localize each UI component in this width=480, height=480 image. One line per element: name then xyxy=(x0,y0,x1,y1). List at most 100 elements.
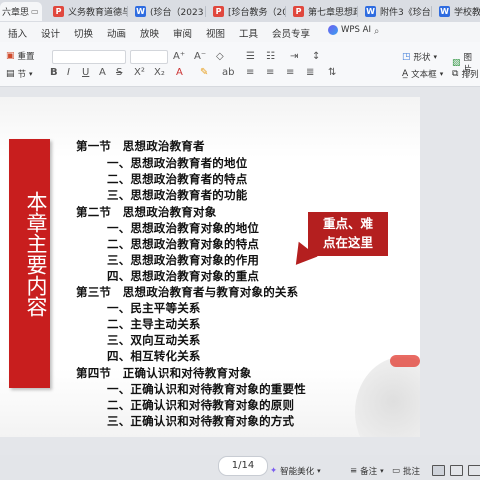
outline-item: 三、思想政治教育对象的作用 xyxy=(107,253,260,267)
tab-document[interactable]: W 附件3《珍台师 xyxy=(360,2,432,21)
picture-icon: ▨ xyxy=(452,58,461,68)
wps-ai-label: WPS AI xyxy=(341,25,371,35)
outline-section: 第三节 思想政治教育者与教育对象的关系 xyxy=(76,285,299,299)
arrange-label: 排列 xyxy=(461,70,479,80)
outline-item: 二、正确认识和对待教育对象的原则 xyxy=(107,398,295,412)
line-spacing-icon[interactable]: ↕ xyxy=(312,51,320,62)
reset-button[interactable]: ▣ 重置 xyxy=(6,50,35,62)
comments-label: 批注 xyxy=(403,467,421,477)
numbering-icon[interactable]: ☷ xyxy=(266,51,275,62)
menu-slideshow[interactable]: 放映 xyxy=(140,26,159,40)
outline-item: 一、思想政治教育者的地位 xyxy=(107,156,248,170)
tab-label: 附件3《珍台师 xyxy=(380,8,432,18)
search-icon[interactable]: ⌕ xyxy=(374,26,379,37)
section-icon: ▤ xyxy=(6,69,15,79)
shape-button[interactable]: ◳ 形状 ▾ xyxy=(402,51,437,63)
wps-ai-button[interactable]: WPS AI xyxy=(328,25,371,35)
slide-canvas[interactable]: 本章主要内容 第一节 思想政治教育者 一、思想政治教育者的地位 二、思想政治教育… xyxy=(0,87,480,455)
increase-font-icon[interactable]: A⁺ xyxy=(173,51,185,62)
outline-item: 三、正确认识和对待教育对象的方式 xyxy=(107,414,295,428)
tab-document-active[interactable]: 六章思 ▭ xyxy=(0,2,42,21)
menu-insert[interactable]: 插入 xyxy=(8,26,27,40)
pdf-icon: P xyxy=(213,6,224,17)
beautify-icon: ✦ xyxy=(270,466,278,476)
indent-icon[interactable]: ⇥ xyxy=(290,51,298,62)
normal-view-icon[interactable] xyxy=(432,465,445,476)
decorative-shape xyxy=(390,355,420,367)
outline-item: 一、正确认识和对待教育对象的重要性 xyxy=(107,382,306,396)
outline-item: 四、思想政治教育对象的重点 xyxy=(107,269,260,283)
subscript-icon[interactable]: X₂ xyxy=(154,67,165,78)
outline-item: 一、思想政治教育对象的地位 xyxy=(107,221,260,235)
tab-document[interactable]: P 第七章思想政治 xyxy=(288,2,358,21)
notes-label: 备注 xyxy=(360,467,378,477)
tab-document[interactable]: P [珍台教务（2023 xyxy=(208,2,286,21)
align-center-icon[interactable]: ≡ xyxy=(266,67,274,78)
clear-format-icon[interactable]: ◇ xyxy=(216,51,224,62)
pdf-icon: P xyxy=(293,6,304,17)
text-direction-icon[interactable]: ⇅ xyxy=(328,67,336,78)
pin-icon[interactable]: ▭ xyxy=(31,7,39,16)
ai-icon xyxy=(328,25,338,35)
side-title-bar[interactable]: 本章主要内容 xyxy=(9,139,50,388)
menu-bar: 插入 设计 切换 动画 放映 审阅 视图 工具 会员专享 WPS AI ⌕ xyxy=(0,22,480,42)
outline-item: 二、思想政治教育对象的特点 xyxy=(107,237,260,251)
tab-label: 学校教学 xyxy=(454,8,480,18)
underline-icon[interactable]: U xyxy=(82,67,89,78)
shape-icon: ◳ xyxy=(402,52,411,62)
menu-member[interactable]: 会员专享 xyxy=(272,26,310,40)
font-name-dropdown[interactable] xyxy=(52,50,126,64)
strikethrough-icon[interactable]: S xyxy=(116,67,122,78)
tab-document[interactable]: P 义务教育道德与 xyxy=(48,2,128,21)
outline-item: 三、双向互动关系 xyxy=(107,333,201,347)
tab-label: (珍台（2023 xyxy=(150,8,204,18)
chevron-down-icon: ▾ xyxy=(317,467,321,475)
notes-icon: ≡ xyxy=(350,466,358,476)
justify-icon[interactable]: ≣ xyxy=(306,67,314,78)
menu-transition[interactable]: 切换 xyxy=(74,26,93,40)
page-indicator[interactable]: 1/14 xyxy=(218,456,268,476)
outline-item: 四、相互转化关系 xyxy=(107,349,201,363)
pdf-icon: P xyxy=(53,6,64,17)
chevron-down-icon: ▾ xyxy=(380,467,384,475)
highlight-icon[interactable]: ✎ xyxy=(200,67,208,78)
comment-icon: ▭ xyxy=(392,466,401,476)
char-spacing-icon[interactable]: ab xyxy=(222,67,234,78)
shape-label: 形状 xyxy=(413,53,431,63)
menu-review[interactable]: 审阅 xyxy=(173,26,192,40)
tab-label: 义务教育道德与 xyxy=(68,8,128,18)
menu-tools[interactable]: 工具 xyxy=(239,26,258,40)
menu-view[interactable]: 视图 xyxy=(206,26,225,40)
decrease-font-icon[interactable]: A⁻ xyxy=(194,51,206,62)
beautify-label: 智能美化 xyxy=(280,467,315,477)
reset-icon: ▣ xyxy=(6,51,15,61)
tab-document[interactable]: W (珍台（2023 xyxy=(130,2,206,21)
smart-beautify-button[interactable]: ✦ 智能美化 ▾ xyxy=(270,465,321,477)
italic-icon[interactable]: I xyxy=(67,67,70,78)
arrange-button[interactable]: ⧉ 排列 xyxy=(452,68,478,80)
text-effect-icon[interactable]: A xyxy=(99,67,106,78)
outline-section: 第一节 思想政治教育者 xyxy=(76,139,205,153)
bold-icon[interactable]: B xyxy=(50,67,58,78)
tab-document[interactable]: W 学校教学 xyxy=(434,2,480,21)
word-icon: W xyxy=(439,6,450,17)
toolbar: ▣ 重置 ▤ 节 ▾ A⁺ A⁻ ◇ B I U A S X² X₂ A ✎ a… xyxy=(0,42,480,87)
reading-view-icon[interactable] xyxy=(468,465,480,476)
menu-design[interactable]: 设计 xyxy=(41,26,60,40)
notes-button[interactable]: ≡ 备注 ▾ xyxy=(350,465,384,477)
bullets-icon[interactable]: ☰ xyxy=(246,51,255,62)
slide[interactable]: 本章主要内容 第一节 思想政治教育者 一、思想政治教育者的地位 二、思想政治教育… xyxy=(0,97,420,437)
callout-box[interactable]: 重点、难 点在这里 xyxy=(308,212,388,256)
font-size-dropdown[interactable] xyxy=(130,50,168,64)
section-button[interactable]: ▤ 节 ▾ xyxy=(6,68,33,80)
comments-button[interactable]: ▭ 批注 xyxy=(392,465,420,477)
superscript-icon[interactable]: X² xyxy=(134,67,145,78)
align-left-icon[interactable]: ≡ xyxy=(246,67,254,78)
side-title: 本章主要内容 xyxy=(24,191,48,317)
textbox-button[interactable]: A̲ 文本框 ▾ xyxy=(402,68,443,80)
menu-animation[interactable]: 动画 xyxy=(107,26,126,40)
font-color-icon[interactable]: A xyxy=(176,67,183,78)
chevron-down-icon: ▾ xyxy=(29,70,33,78)
slide-sorter-icon[interactable] xyxy=(450,465,463,476)
align-right-icon[interactable]: ≡ xyxy=(286,67,294,78)
